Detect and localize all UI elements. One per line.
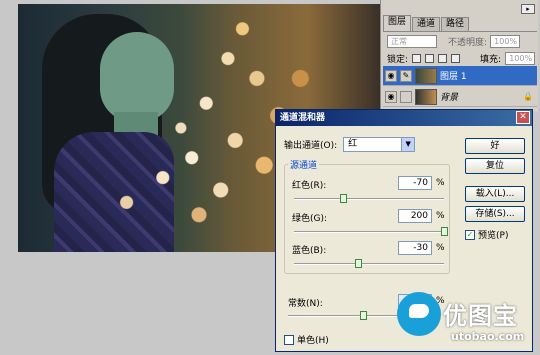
tab-paths[interactable]: 路径	[441, 17, 470, 31]
ok-button[interactable]: 好	[465, 138, 525, 154]
dialog-buttons: 好 复位 载入(L)... 存储(S)... ✓ 预览(P)	[465, 138, 525, 241]
lock-move-icon[interactable]	[438, 53, 448, 63]
lock-all-icon[interactable]	[451, 53, 461, 63]
blue-label: 蓝色(B):	[292, 246, 327, 256]
layer-name: 图层 1	[440, 72, 467, 82]
eye-icon[interactable]: ◉	[385, 69, 397, 82]
layers-panel: ▸ 图层 通道 路径 正常 不透明度: 100% 锁定: 填充: 100% ◉ …	[380, 0, 538, 112]
output-channel-select[interactable]: 红 ▼	[343, 137, 416, 152]
blue-slider-thumb[interactable]	[354, 259, 362, 268]
opacity-field[interactable]: 100%	[490, 34, 521, 48]
chevron-down-icon[interactable]: ▼	[401, 138, 415, 151]
close-button[interactable]: ✕	[516, 111, 530, 124]
opacity-label: 不透明度:	[448, 37, 488, 48]
layer-row[interactable]: ◉ ✎ 图层 1	[383, 66, 537, 86]
monochrome-label: 单色(H)	[297, 336, 329, 346]
source-channels-title: 源通道	[288, 158, 320, 171]
percent-sign: %	[436, 243, 445, 253]
brush-icon[interactable]: ✎	[400, 69, 412, 82]
preview-label: 预览(P)	[478, 231, 509, 241]
monochrome-checkbox[interactable]	[284, 334, 294, 345]
green-label: 绿色(G):	[292, 214, 328, 224]
tab-layers[interactable]: 图层	[383, 15, 412, 31]
reset-button[interactable]: 复位	[465, 158, 525, 174]
lock-label: 锁定:	[387, 54, 409, 65]
watermark-bird-icon	[397, 292, 441, 336]
load-button[interactable]: 载入(L)...	[465, 186, 525, 202]
preview-checkbox[interactable]: ✓	[465, 229, 475, 240]
green-slider-track[interactable]	[294, 227, 448, 236]
red-value-field[interactable]: -70	[398, 176, 432, 190]
red-label: 红色(R):	[292, 181, 327, 191]
layer-name: 背景	[440, 93, 459, 103]
layer-thumbnail	[415, 67, 437, 84]
save-button[interactable]: 存储(S)...	[465, 206, 525, 222]
eye-icon[interactable]: ◉	[385, 90, 397, 103]
blue-value-field[interactable]: -30	[398, 241, 432, 255]
layers-panel-tabs: 图层 通道 路径	[383, 15, 537, 32]
dialog-title: 通道混和器	[280, 113, 326, 123]
output-channel-label: 输出通道(O):	[284, 141, 338, 151]
red-slider-track[interactable]	[294, 194, 444, 203]
blend-row: 正常 不透明度: 100%	[387, 34, 537, 48]
panel-menu-button[interactable]: ▸	[521, 4, 535, 14]
percent-sign: %	[436, 211, 445, 221]
blend-mode-select[interactable]: 正常	[387, 34, 437, 48]
green-value-field[interactable]: 200	[398, 209, 432, 223]
output-channel-row: 输出通道(O): 红 ▼	[284, 137, 416, 152]
constant-label: 常数(N):	[288, 299, 323, 309]
watermark-site-name: 优图宝	[443, 302, 518, 330]
dialog-titlebar[interactable]: 通道混和器 ✕	[276, 110, 532, 126]
constant-slider-thumb[interactable]	[360, 311, 367, 320]
lock-brush-icon[interactable]	[425, 53, 435, 63]
fill-field[interactable]: 100%	[505, 51, 536, 65]
fill-label: 填充:	[480, 54, 502, 65]
layer-row[interactable]: ◉ 背景 🔒	[383, 87, 537, 107]
monochrome-row: 单色(H)	[284, 333, 329, 346]
green-slider-thumb[interactable]	[441, 227, 448, 236]
layer-thumbnail	[415, 88, 437, 105]
lock-row: 锁定: 填充: 100%	[387, 51, 537, 65]
red-slider-thumb[interactable]	[339, 194, 347, 203]
lock-icon: 🔒	[523, 92, 533, 101]
watermark: 优图宝 utobao.com	[385, 286, 540, 352]
blue-slider-track[interactable]	[294, 259, 444, 268]
link-slot-icon[interactable]	[400, 90, 412, 103]
tab-channels[interactable]: 通道	[412, 17, 441, 31]
preview-row: ✓ 预览(P)	[465, 228, 525, 241]
lock-transparent-icon[interactable]	[412, 53, 422, 63]
watermark-url: utobao.com	[451, 330, 525, 343]
percent-sign: %	[436, 178, 445, 188]
